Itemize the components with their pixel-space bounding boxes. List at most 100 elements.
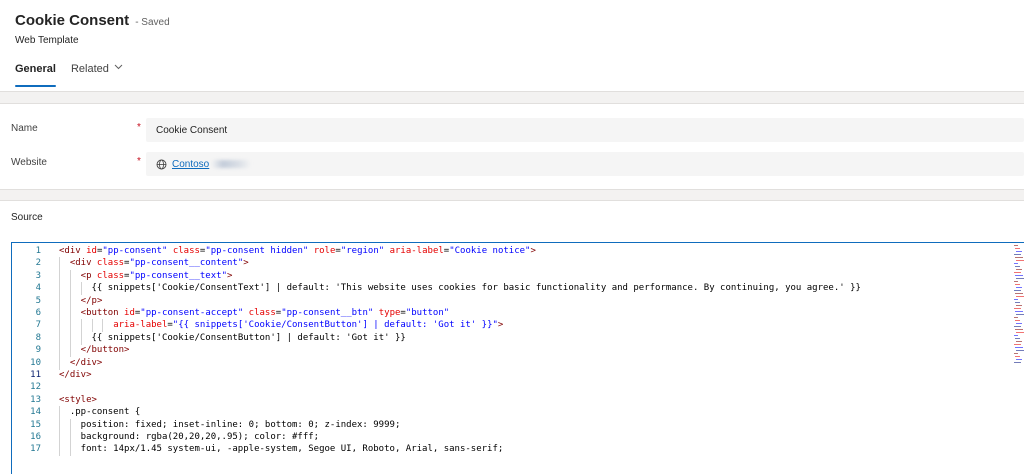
code-line[interactable]: 14 .pp-consent { (12, 406, 1012, 420)
indent-guide (69, 344, 71, 358)
indent-guide (69, 431, 71, 444)
code-line[interactable]: 12 (12, 381, 1012, 394)
indent-guide (91, 319, 93, 333)
line-number: 14 (30, 407, 41, 418)
code-line[interactable]: 17 font: 14px/1.45 system-ui, -apple-syst… (12, 443, 1012, 457)
line-source: </p> (80, 295, 103, 306)
indent-guide (59, 331, 60, 345)
line-source: </div> (59, 370, 92, 380)
name-value: Cookie Consent (156, 124, 228, 136)
minimap-line (1014, 317, 1018, 318)
website-lookup-field[interactable]: Contoso (146, 152, 1024, 176)
line-source: {{ snippets['Cookie/ConsentButton'] | de… (91, 332, 406, 343)
minimap-line (1016, 332, 1024, 333)
code-line[interactable]: 15 position: fixed; inset-inline: 0; bott… (12, 418, 1012, 432)
minimap-line (1016, 350, 1024, 351)
minimap-line (1014, 281, 1018, 282)
minimap-line (1014, 344, 1021, 345)
minimap-line (1014, 326, 1021, 327)
code-line[interactable]: 1 <div id="pp-consent" class="pp-consent … (12, 245, 1012, 258)
code-line[interactable]: 11 </div> (12, 369, 1012, 382)
indent-guide (59, 307, 60, 320)
source-section: Source 1 <div id="pp-consent" class="pp-c… (0, 200, 1024, 474)
indent-guide (59, 269, 60, 283)
record-header: Cookie Consent - Saved Web Template Gene… (0, 0, 1024, 92)
line-number: 5 (35, 295, 41, 306)
website-link[interactable]: Contoso (172, 159, 209, 170)
indent-guide (59, 443, 60, 457)
indent-guide (59, 418, 60, 432)
entity-type: Web Template (15, 35, 79, 46)
minimap-line (1016, 359, 1022, 360)
code-line[interactable]: 6 <button id="pp-consent-accept" class="p… (12, 307, 1012, 320)
indent-guide (69, 269, 71, 283)
indent-guide (80, 282, 82, 296)
code-line[interactable]: 3 <p class="pp-consent__text"> (12, 269, 1012, 283)
indent-guide (59, 257, 60, 271)
line-source: </button> (80, 345, 130, 356)
code-line[interactable]: 16 background: rgba(20,20,20,.95); color:… (12, 431, 1012, 444)
minimap-line (1015, 293, 1023, 294)
tab-general[interactable]: General (15, 62, 56, 90)
line-source: position: fixed; inset-inline: 0; bottom… (80, 419, 401, 430)
minimap-line (1014, 290, 1021, 291)
minimap-line (1015, 311, 1023, 312)
indent-guide (59, 406, 60, 420)
name-required-marker: * (137, 122, 141, 133)
minimap-line (1015, 320, 1020, 321)
line-number: 9 (35, 345, 41, 356)
line-number: 4 (35, 283, 41, 294)
line-number: 16 (30, 432, 41, 442)
minimap-line (1016, 287, 1022, 288)
chevron-down-icon (114, 62, 123, 72)
tab-related[interactable]: Related (71, 62, 123, 90)
code-line[interactable]: 2 <div class="pp-consent__content"> (12, 257, 1012, 271)
indent-guide (80, 319, 82, 333)
line-number: 6 (35, 308, 41, 318)
name-field[interactable]: Cookie Consent (146, 118, 1024, 142)
general-section: Name * Cookie Consent Website * Contoso (0, 103, 1024, 190)
redacted-text (211, 160, 252, 168)
line-number: 13 (30, 394, 41, 405)
code-editor[interactable]: 1 <div id="pp-consent" class="pp-consent … (11, 242, 1024, 474)
code-line[interactable]: 5 </p> (12, 294, 1012, 308)
line-source: <style> (59, 394, 97, 405)
line-source: <div class="pp-consent__content"> (69, 258, 249, 269)
minimap-line (1015, 347, 1023, 348)
indent-guide (59, 294, 60, 308)
record-title: Cookie Consent (15, 12, 130, 29)
minimap-line (1016, 269, 1022, 270)
minimap-line (1014, 272, 1021, 273)
website-required-marker: * (137, 156, 141, 167)
indent-guide (59, 431, 60, 444)
minimap-line (1015, 329, 1023, 330)
name-label: Name (11, 123, 38, 134)
line-number: 15 (30, 419, 41, 430)
minimap-line (1014, 245, 1018, 246)
code-line[interactable]: 10 </div> (12, 356, 1012, 370)
indent-guide (59, 356, 60, 370)
minimap-line (1015, 338, 1020, 339)
minimap[interactable] (1013, 243, 1024, 474)
indent-guide (102, 319, 104, 333)
code-line[interactable]: 9 </button> (12, 344, 1012, 358)
code-line[interactable]: 7 aria-label="{{ snippets['Cookie/Consent… (12, 319, 1012, 333)
save-status: - Saved (135, 17, 170, 28)
indent-guide (59, 344, 60, 358)
indent-guide (59, 282, 60, 296)
minimap-line (1016, 278, 1024, 279)
code-line[interactable]: 4 {{ snippets['Cookie/ConsentText'] | def… (12, 282, 1012, 296)
minimap-line (1016, 296, 1024, 297)
line-source: font: 14px/1.45 system-ui, -apple-system… (80, 444, 504, 455)
code-line[interactable]: 13 <style> (12, 394, 1012, 407)
minimap-line (1015, 257, 1023, 258)
minimap-line (1014, 335, 1018, 336)
globe-icon (156, 159, 167, 170)
minimap-line (1015, 248, 1020, 249)
line-number: 17 (30, 444, 41, 455)
minimap-line (1015, 284, 1020, 285)
minimap-line (1016, 341, 1022, 342)
minimap-line (1015, 266, 1020, 267)
minimap-line (1014, 308, 1021, 309)
code-line[interactable]: 8 {{ snippets['Cookie/ConsentButton'] | d… (12, 331, 1012, 345)
